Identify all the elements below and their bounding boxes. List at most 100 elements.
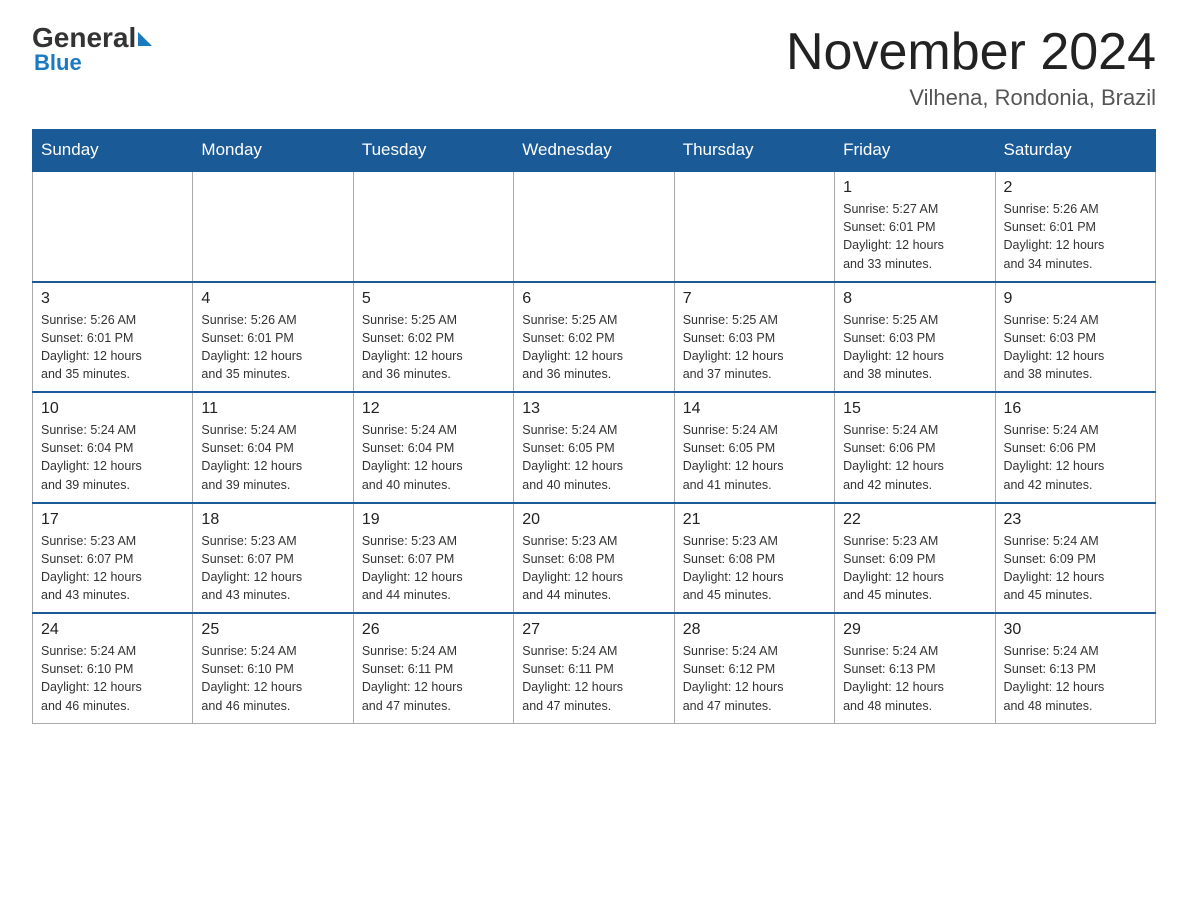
day-info: Sunrise: 5:24 AMSunset: 6:11 PMDaylight:…: [362, 642, 505, 715]
header-monday: Monday: [193, 130, 353, 172]
day-info: Sunrise: 5:26 AMSunset: 6:01 PMDaylight:…: [41, 311, 184, 384]
day-number: 10: [41, 400, 184, 418]
calendar-cell: 24 Sunrise: 5:24 AMSunset: 6:10 PMDayligh…: [33, 613, 193, 723]
calendar-cell: 23 Sunrise: 5:24 AMSunset: 6:09 PMDayligh…: [995, 503, 1155, 614]
calendar-table: SundayMondayTuesdayWednesdayThursdayFrid…: [32, 129, 1156, 724]
calendar-cell: 4 Sunrise: 5:26 AMSunset: 6:01 PMDaylight…: [193, 282, 353, 393]
calendar-cell: [33, 171, 193, 282]
day-info: Sunrise: 5:23 AMSunset: 6:07 PMDaylight:…: [201, 532, 344, 605]
logo-general: General: [32, 24, 136, 52]
week-row-4: 17 Sunrise: 5:23 AMSunset: 6:07 PMDayligh…: [33, 503, 1156, 614]
day-number: 27: [522, 621, 665, 639]
calendar-cell: 15 Sunrise: 5:24 AMSunset: 6:06 PMDayligh…: [835, 392, 995, 503]
calendar-cell: 22 Sunrise: 5:23 AMSunset: 6:09 PMDayligh…: [835, 503, 995, 614]
week-row-1: 1Sunrise: 5:27 AMSunset: 6:01 PMDaylight…: [33, 171, 1156, 282]
calendar-cell: 30Sunrise: 5:24 AMSunset: 6:13 PMDayligh…: [995, 613, 1155, 723]
day-number: 19: [362, 511, 505, 529]
day-number: 22: [843, 511, 986, 529]
day-number: 23: [1004, 511, 1147, 529]
day-number: 11: [201, 400, 344, 418]
day-number: 16: [1004, 400, 1147, 418]
day-info: Sunrise: 5:24 AMSunset: 6:05 PMDaylight:…: [522, 421, 665, 494]
day-info: Sunrise: 5:24 AMSunset: 6:06 PMDaylight:…: [843, 421, 986, 494]
day-number: 24: [41, 621, 184, 639]
day-info: Sunrise: 5:24 AMSunset: 6:10 PMDaylight:…: [41, 642, 184, 715]
day-number: 26: [362, 621, 505, 639]
day-info: Sunrise: 5:25 AMSunset: 6:03 PMDaylight:…: [843, 311, 986, 384]
header-sunday: Sunday: [33, 130, 193, 172]
day-info: Sunrise: 5:24 AMSunset: 6:10 PMDaylight:…: [201, 642, 344, 715]
day-info: Sunrise: 5:23 AMSunset: 6:07 PMDaylight:…: [362, 532, 505, 605]
day-number: 20: [522, 511, 665, 529]
day-number: 6: [522, 290, 665, 308]
day-number: 15: [843, 400, 986, 418]
logo: General Blue: [32, 24, 152, 76]
day-info: Sunrise: 5:24 AMSunset: 6:13 PMDaylight:…: [1004, 642, 1147, 715]
day-number: 25: [201, 621, 344, 639]
calendar-cell: 9Sunrise: 5:24 AMSunset: 6:03 PMDaylight…: [995, 282, 1155, 393]
day-info: Sunrise: 5:26 AMSunset: 6:01 PMDaylight:…: [201, 311, 344, 384]
header-saturday: Saturday: [995, 130, 1155, 172]
day-number: 5: [362, 290, 505, 308]
day-info: Sunrise: 5:23 AMSunset: 6:08 PMDaylight:…: [683, 532, 826, 605]
day-info: Sunrise: 5:24 AMSunset: 6:11 PMDaylight:…: [522, 642, 665, 715]
month-title: November 2024: [786, 24, 1156, 81]
calendar-cell: 28Sunrise: 5:24 AMSunset: 6:12 PMDayligh…: [674, 613, 834, 723]
calendar-cell: 12 Sunrise: 5:24 AMSunset: 6:04 PMDayligh…: [353, 392, 513, 503]
title-block: November 2024 Vilhena, Rondonia, Brazil: [786, 24, 1156, 111]
calendar-cell: 25 Sunrise: 5:24 AMSunset: 6:10 PMDayligh…: [193, 613, 353, 723]
header-friday: Friday: [835, 130, 995, 172]
calendar-cell: 10Sunrise: 5:24 AMSunset: 6:04 PMDayligh…: [33, 392, 193, 503]
day-info: Sunrise: 5:24 AMSunset: 6:06 PMDaylight:…: [1004, 421, 1147, 494]
logo-triangle-icon: [138, 32, 152, 46]
day-number: 7: [683, 290, 826, 308]
calendar-cell: 5Sunrise: 5:25 AMSunset: 6:02 PMDaylight…: [353, 282, 513, 393]
day-number: 4: [201, 290, 344, 308]
week-row-5: 24 Sunrise: 5:24 AMSunset: 6:10 PMDayligh…: [33, 613, 1156, 723]
calendar-cell: 27 Sunrise: 5:24 AMSunset: 6:11 PMDayligh…: [514, 613, 674, 723]
day-info: Sunrise: 5:25 AMSunset: 6:03 PMDaylight:…: [683, 311, 826, 384]
calendar-cell: 3 Sunrise: 5:26 AMSunset: 6:01 PMDaylight…: [33, 282, 193, 393]
day-info: Sunrise: 5:23 AMSunset: 6:09 PMDaylight:…: [843, 532, 986, 605]
calendar-cell: 1Sunrise: 5:27 AMSunset: 6:01 PMDaylight…: [835, 171, 995, 282]
day-info: Sunrise: 5:23 AMSunset: 6:07 PMDaylight:…: [41, 532, 184, 605]
calendar-cell: 2Sunrise: 5:26 AMSunset: 6:01 PMDaylight…: [995, 171, 1155, 282]
calendar-cell: 20 Sunrise: 5:23 AMSunset: 6:08 PMDayligh…: [514, 503, 674, 614]
calendar-cell: [193, 171, 353, 282]
day-number: 17: [41, 511, 184, 529]
day-number: 8: [843, 290, 986, 308]
calendar-cell: 26 Sunrise: 5:24 AMSunset: 6:11 PMDayligh…: [353, 613, 513, 723]
day-info: Sunrise: 5:24 AMSunset: 6:04 PMDaylight:…: [362, 421, 505, 494]
header-tuesday: Tuesday: [353, 130, 513, 172]
calendar-cell: 29 Sunrise: 5:24 AMSunset: 6:13 PMDayligh…: [835, 613, 995, 723]
day-number: 18: [201, 511, 344, 529]
logo-blue: Blue: [34, 50, 82, 76]
calendar-header-row: SundayMondayTuesdayWednesdayThursdayFrid…: [33, 130, 1156, 172]
calendar-cell: [514, 171, 674, 282]
calendar-cell: [674, 171, 834, 282]
calendar-cell: 13 Sunrise: 5:24 AMSunset: 6:05 PMDayligh…: [514, 392, 674, 503]
day-info: Sunrise: 5:26 AMSunset: 6:01 PMDaylight:…: [1004, 200, 1147, 273]
calendar-cell: 17 Sunrise: 5:23 AMSunset: 6:07 PMDayligh…: [33, 503, 193, 614]
location: Vilhena, Rondonia, Brazil: [786, 85, 1156, 111]
day-number: 3: [41, 290, 184, 308]
day-info: Sunrise: 5:24 AMSunset: 6:13 PMDaylight:…: [843, 642, 986, 715]
calendar-cell: 8 Sunrise: 5:25 AMSunset: 6:03 PMDaylight…: [835, 282, 995, 393]
day-number: 29: [843, 621, 986, 639]
day-number: 21: [683, 511, 826, 529]
calendar-cell: [353, 171, 513, 282]
week-row-2: 3 Sunrise: 5:26 AMSunset: 6:01 PMDaylight…: [33, 282, 1156, 393]
header-thursday: Thursday: [674, 130, 834, 172]
day-info: Sunrise: 5:24 AMSunset: 6:09 PMDaylight:…: [1004, 532, 1147, 605]
day-number: 1: [843, 179, 986, 197]
day-number: 13: [522, 400, 665, 418]
day-info: Sunrise: 5:24 AMSunset: 6:04 PMDaylight:…: [201, 421, 344, 494]
day-info: Sunrise: 5:23 AMSunset: 6:08 PMDaylight:…: [522, 532, 665, 605]
day-info: Sunrise: 5:25 AMSunset: 6:02 PMDaylight:…: [522, 311, 665, 384]
calendar-cell: 11 Sunrise: 5:24 AMSunset: 6:04 PMDayligh…: [193, 392, 353, 503]
day-number: 12: [362, 400, 505, 418]
calendar-cell: 19 Sunrise: 5:23 AMSunset: 6:07 PMDayligh…: [353, 503, 513, 614]
page-header: General Blue November 2024 Vilhena, Rond…: [32, 24, 1156, 111]
calendar-cell: 21 Sunrise: 5:23 AMSunset: 6:08 PMDayligh…: [674, 503, 834, 614]
header-wednesday: Wednesday: [514, 130, 674, 172]
